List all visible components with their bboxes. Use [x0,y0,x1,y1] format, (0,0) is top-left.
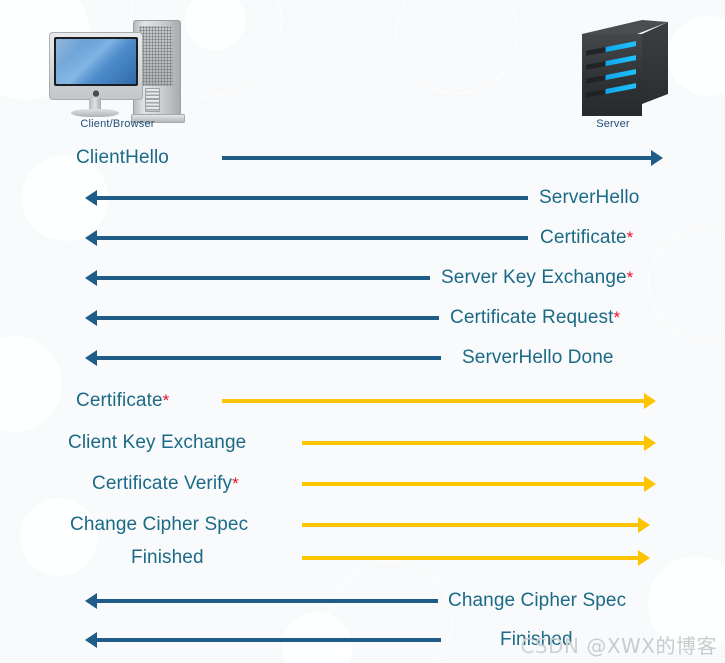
message-label: Certificate Request* [450,301,620,335]
message-label-text: Client Key Exchange [68,432,247,453]
message-label: Certificate* [76,384,169,418]
message-arrow-right [302,550,650,566]
message-arrow-right [222,393,656,409]
watermark: CSDN @XWX的博客 [520,630,717,659]
arrow-head-icon [85,350,97,366]
message-arrow-left [85,230,528,246]
message-row: Client Key Exchange [0,426,725,460]
desktop-wallpaper [56,39,136,84]
message-arrow-left [85,270,430,286]
message-row: Certificate* [0,384,725,418]
message-arrow-left [85,350,441,366]
arrow-head-icon [644,435,656,451]
message-label-text: Server Key Exchange [441,267,627,288]
arrow-shaft [96,196,528,200]
arrow-shaft [96,316,439,320]
background-circle [185,0,245,50]
arrow-shaft [96,236,528,240]
apple-logo-icon [92,88,100,97]
message-label-text: Finished [131,547,204,568]
message-label: ServerHello Done [462,341,614,375]
client-node: Client/Browser [45,14,190,130]
message-label: Finished [131,541,204,575]
message-arrow-right [222,150,663,166]
arrow-shaft [302,556,639,560]
message-row: ClientHello [0,141,725,175]
arrow-shaft [222,156,652,160]
message-row: Finished [0,541,725,575]
optional-asterisk: * [626,228,634,247]
message-row: Certificate Request* [0,301,725,335]
arrow-head-icon [85,230,97,246]
message-label-text: ClientHello [76,147,169,168]
message-label-text: Change Cipher Spec [448,590,627,611]
message-arrow-right [302,435,656,451]
arrow-head-icon [85,593,97,609]
arrow-shaft [96,599,438,603]
message-label: ClientHello [76,141,169,175]
message-arrow-left [85,632,441,648]
server-label: Server [596,118,630,130]
message-arrow-left [85,190,528,206]
message-arrow-left [85,310,439,326]
arrow-head-icon [85,632,97,648]
message-label: Certificate Verify* [92,467,239,501]
message-label: Change Cipher Spec [70,508,248,542]
message-label-text: ServerHello Done [462,347,614,368]
message-row: Certificate* [0,221,725,255]
optional-asterisk: * [232,474,239,493]
tower-grille [139,26,173,86]
message-row: Change Cipher Spec [0,584,725,618]
arrow-head-icon [85,190,97,206]
monitor-stand-base [71,109,119,117]
message-label: Certificate* [540,221,633,255]
arrow-head-icon [644,393,656,409]
arrow-head-icon [638,550,650,566]
optional-asterisk: * [626,268,634,287]
arrow-shaft [96,276,430,280]
arrow-shaft [222,399,645,403]
message-arrow-left [85,593,438,609]
arrow-shaft [96,356,441,360]
tower-drive-bays [145,88,160,112]
arrow-head-icon [85,270,97,286]
optional-asterisk: * [162,391,170,410]
arrow-shaft [302,523,639,527]
diagram-canvas: Client/Browser Server ClientHello ServerH… [0,0,725,663]
server-side-panel [642,22,668,104]
message-row: Server Key Exchange* [0,261,725,295]
arrow-head-icon [85,310,97,326]
message-label-text: Certificate [76,390,163,411]
message-label: Change Cipher Spec [448,584,626,618]
watermark-brand: CSDN [520,634,580,658]
monitor-icon [49,32,143,100]
server-node: Server [570,12,680,130]
message-label: ServerHello [539,181,639,215]
arrow-shaft [302,441,645,445]
arrow-shaft [302,482,645,486]
message-row: ServerHello Done [0,341,725,375]
message-row: Certificate Verify* [0,467,725,501]
message-row: ServerHello [0,181,725,215]
message-label-text: Certificate Request [450,307,614,328]
arrow-head-icon [644,476,656,492]
message-label: Server Key Exchange* [441,261,633,295]
client-label: Client/Browser [80,118,155,130]
message-label-text: Change Cipher Spec [70,514,249,535]
arrow-head-icon [651,150,663,166]
message-arrow-right [302,517,650,533]
optional-asterisk: * [613,308,621,327]
arrow-shaft [96,638,441,642]
monitor-screen [54,37,138,86]
background-circle [396,0,518,94]
message-label-text: ServerHello [539,187,640,208]
message-row: Change Cipher Spec [0,508,725,542]
message-label-text: Certificate [540,227,627,248]
message-label: Client Key Exchange [68,426,246,460]
arrow-head-icon [638,517,650,533]
watermark-author: @XWX的博客 [586,634,717,658]
message-arrow-right [302,476,656,492]
message-label-text: Certificate Verify [92,473,233,494]
